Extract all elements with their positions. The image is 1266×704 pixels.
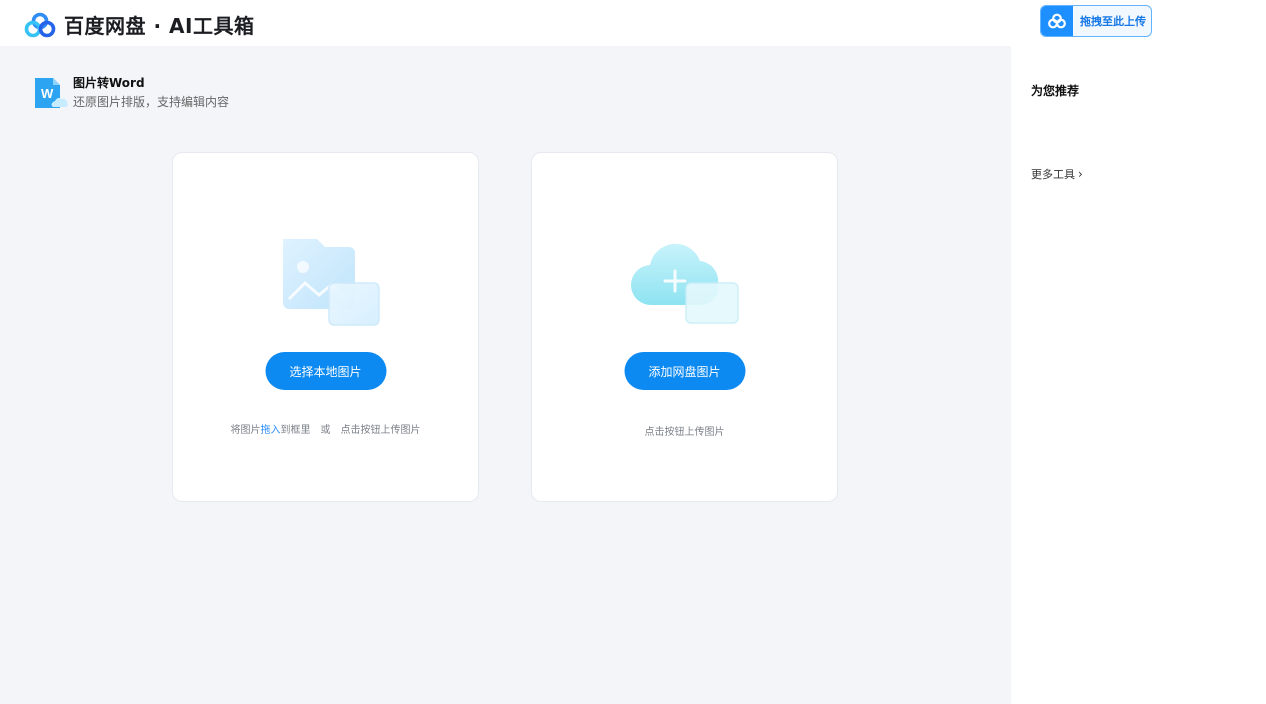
svg-text:W: W [41,86,54,101]
hint-or: 或 [320,425,331,436]
recommend-sidebar: 为您推荐 更多工具 › [1011,46,1266,704]
add-netdisk-image-button[interactable]: 添加网盘图片 [624,352,745,390]
brand[interactable]: 百度网盘 · AI工具箱 [24,10,254,39]
local-upload-hint: 将图片拖入到框里或点击按钮上传图片 [173,421,478,436]
netdisk-icon [1041,6,1073,36]
hint-suffix: 点击按钮上传图片 [340,425,421,436]
tool-info: W 图片转Word 还原图片排版，支持编辑内容 [34,76,229,111]
image-folder-icon [271,233,381,329]
recommend-title: 为您推荐 [1031,84,1080,98]
drag-in-link[interactable]: 拖入 [261,425,281,436]
drag-upload-label: 拖拽至此上传 [1080,15,1146,28]
chevron-right-icon: › [1078,167,1083,181]
more-tools-link[interactable]: 更多工具 › [1031,166,1083,182]
hint-prefix: 将图片 [230,425,261,436]
app-title: 百度网盘 · AI工具箱 [64,14,255,38]
local-upload-card[interactable]: 选择本地图片 将图片拖入到框里或点击按钮上传图片 [172,152,479,502]
tool-description: 还原图片排版，支持编辑内容 [73,95,230,109]
cloud-upload-card[interactable]: 添加网盘图片 点击按钮上传图片 [531,152,838,502]
select-local-image-button[interactable]: 选择本地图片 [265,352,386,390]
hint-middle: 到框里 [280,425,311,436]
drag-upload-button[interactable]: 拖拽至此上传 [1040,5,1152,37]
cloud-add-icon [630,233,740,329]
cloud-upload-hint: 点击按钮上传图片 [644,427,725,438]
baidu-netdisk-logo-icon [24,12,56,38]
tool-name: 图片转Word [73,76,145,90]
top-header: 百度网盘 · AI工具箱 拖拽至此上传 [0,0,1266,46]
more-tools-label: 更多工具 [1031,168,1075,181]
word-doc-icon: W [34,76,68,110]
